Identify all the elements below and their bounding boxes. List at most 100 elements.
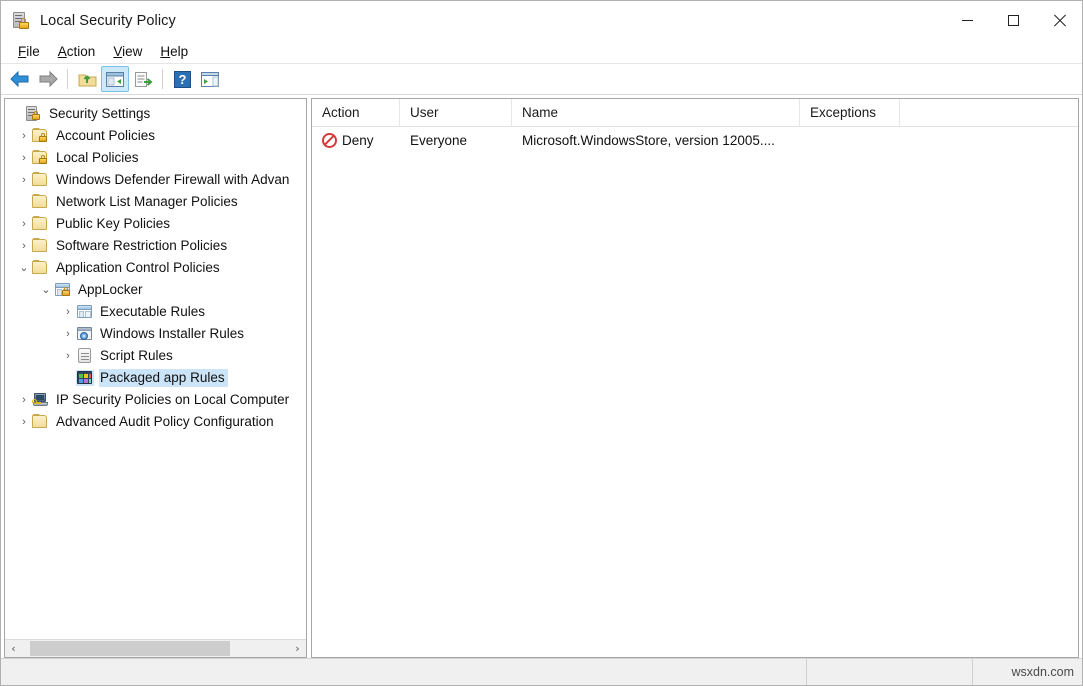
up-one-level-icon — [78, 74, 96, 86]
cell-action: Deny — [312, 127, 400, 153]
tree-item-windows-installer-rules[interactable]: › Windows Installer Rules — [5, 323, 306, 345]
tree-item-label: IP Security Policies on Local Computer — [56, 392, 290, 407]
expander[interactable]: › — [16, 174, 32, 186]
maximize-button[interactable] — [990, 1, 1036, 40]
column-header-action[interactable]: Action — [312, 99, 400, 126]
tree-item-label: Packaged app Rules — [99, 369, 228, 387]
status-pane-left — [1, 659, 806, 685]
column-header-name[interactable]: Name — [512, 99, 800, 126]
svg-text:?: ? — [178, 72, 186, 87]
applocker-icon — [54, 282, 72, 298]
expander[interactable]: › — [16, 218, 32, 230]
tree-item-executable-rules[interactable]: › Executable Rules — [5, 301, 306, 323]
tree-item-label: Script Rules — [100, 348, 173, 363]
tree-item-label: Application Control Policies — [56, 260, 220, 275]
folder-icon — [32, 216, 50, 232]
up-one-level-button[interactable] — [73, 66, 101, 92]
toolbar: ? — [1, 64, 1082, 95]
show-action-pane-button[interactable] — [196, 66, 224, 92]
forward-button[interactable] — [34, 66, 62, 92]
expander[interactable]: ⌄ — [16, 262, 32, 274]
menu-help[interactable]: Help — [151, 42, 197, 62]
table-row[interactable]: Deny Everyone Microsoft.WindowsStore, ve… — [312, 127, 1078, 153]
tree-item-label: Security Settings — [49, 106, 151, 121]
column-header-user[interactable]: User — [400, 99, 512, 126]
toolbar-separator-2 — [162, 69, 163, 89]
expander[interactable]: › — [16, 240, 32, 252]
expander[interactable]: › — [60, 306, 76, 318]
folder-icon — [32, 172, 50, 188]
show-hide-tree-icon — [106, 71, 124, 87]
expander[interactable]: ⌄ — [38, 284, 54, 296]
expander[interactable]: › — [16, 416, 32, 428]
back-button[interactable] — [6, 66, 34, 92]
menu-view[interactable]: View — [104, 42, 151, 62]
scroll-left-arrow-icon[interactable]: ‹ — [5, 640, 22, 657]
tree-item-label: Software Restriction Policies — [56, 238, 228, 253]
status-pane-middle — [806, 659, 972, 685]
cell-action-text: Deny — [342, 132, 374, 148]
cell-name: Microsoft.WindowsStore, version 12005...… — [522, 132, 775, 148]
expander[interactable]: › — [60, 350, 76, 362]
back-arrow-icon — [10, 70, 29, 88]
minimize-button[interactable] — [944, 1, 990, 40]
expander[interactable]: › — [16, 394, 32, 406]
security-policy-icon — [11, 11, 31, 31]
menu-action[interactable]: Action — [49, 42, 105, 62]
rules-list-panel: Action User Name Exceptions Deny Everyon… — [311, 98, 1079, 658]
cell-exceptions — [800, 127, 900, 153]
forward-arrow-icon — [39, 70, 58, 88]
folder-icon — [32, 194, 50, 210]
packaged-app-icon — [76, 370, 94, 386]
tree-item-label: Executable Rules — [100, 304, 206, 319]
tree-item-ip-security-policies[interactable]: › IP Security Policies on Local Computer — [5, 389, 306, 411]
help-icon: ? — [173, 70, 191, 88]
tree-item-software-restriction-policies[interactable]: › Software Restriction Policies — [5, 235, 306, 257]
show-hide-tree-button[interactable] — [101, 66, 129, 92]
tree-item-label: Public Key Policies — [56, 216, 171, 231]
tree-item-local-policies[interactable]: › Local Policies — [5, 147, 306, 169]
export-list-icon — [134, 71, 153, 87]
console-tree[interactable]: Security Settings › Account Policies › L… — [5, 99, 306, 639]
maximize-icon — [1007, 15, 1019, 26]
minimize-icon — [961, 20, 973, 21]
export-list-button[interactable] — [129, 66, 157, 92]
window-controls — [944, 1, 1082, 40]
tree-item-label: Windows Installer Rules — [100, 326, 245, 341]
scrollbar-thumb[interactable] — [30, 641, 230, 656]
tree-item-label: Local Policies — [56, 150, 139, 165]
tree-item-label: Advanced Audit Policy Configuration — [56, 414, 274, 429]
cell-filler — [900, 127, 1078, 153]
column-header-filler — [900, 99, 1078, 126]
tree-item-security-settings[interactable]: Security Settings — [5, 103, 306, 125]
tree-item-applocker[interactable]: ⌄ AppLocker — [5, 279, 306, 301]
main-content: Security Settings › Account Policies › L… — [1, 95, 1082, 658]
tree-item-script-rules[interactable]: › Script Rules — [5, 345, 306, 367]
computer-key-icon — [32, 392, 50, 408]
tree-item-network-list-manager-policies[interactable]: Network List Manager Policies — [5, 191, 306, 213]
folder-lock-icon — [32, 150, 50, 166]
disc-icon — [76, 326, 94, 342]
help-button[interactable]: ? — [168, 66, 196, 92]
folder-lock-icon — [32, 128, 50, 144]
tree-item-public-key-policies[interactable]: › Public Key Policies — [5, 213, 306, 235]
tree-item-advanced-audit-policy-configuration[interactable]: › Advanced Audit Policy Configuration — [5, 411, 306, 433]
expander[interactable]: › — [16, 152, 32, 164]
window-icon — [76, 304, 94, 320]
expander[interactable]: › — [16, 130, 32, 142]
close-button[interactable] — [1036, 1, 1082, 40]
tree-horizontal-scrollbar[interactable]: ‹ › — [5, 639, 306, 657]
window-title: Local Security Policy — [40, 12, 176, 29]
list-body[interactable]: Deny Everyone Microsoft.WindowsStore, ve… — [312, 127, 1078, 657]
tree-item-account-policies[interactable]: › Account Policies — [5, 125, 306, 147]
scroll-right-arrow-icon[interactable]: › — [289, 640, 306, 657]
tree-item-application-control-policies[interactable]: ⌄ Application Control Policies — [5, 257, 306, 279]
tree-item-windows-defender-firewall[interactable]: › Windows Defender Firewall with Advan — [5, 169, 306, 191]
expander[interactable]: › — [60, 328, 76, 340]
scrollbar-track[interactable] — [22, 640, 289, 657]
menu-file[interactable]: File — [9, 42, 49, 62]
column-header-exceptions[interactable]: Exceptions — [800, 99, 900, 126]
console-tree-panel: Security Settings › Account Policies › L… — [4, 98, 307, 658]
tree-item-packaged-app-rules[interactable]: Packaged app Rules — [5, 367, 306, 389]
folder-icon — [32, 260, 50, 276]
